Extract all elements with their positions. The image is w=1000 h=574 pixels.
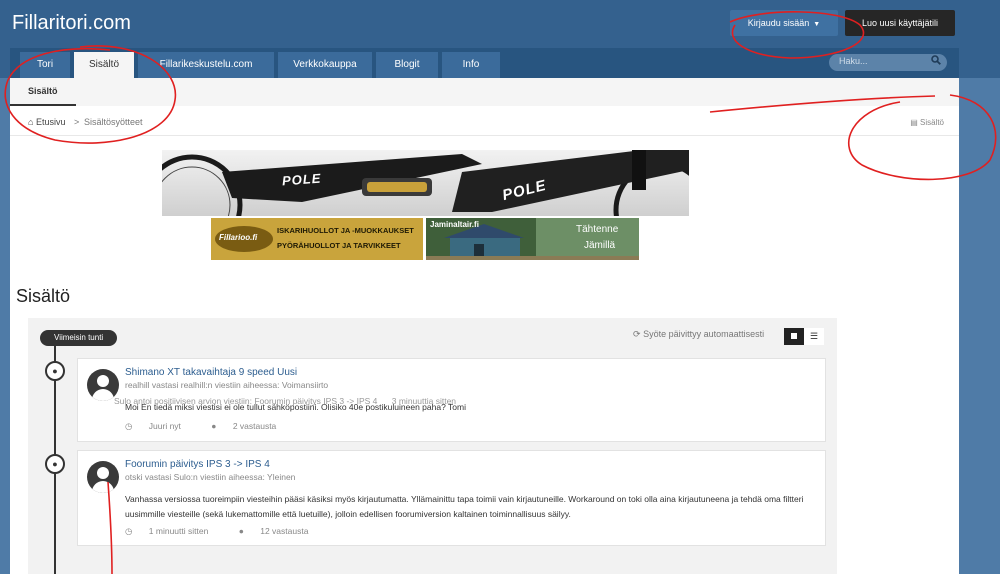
tab-info[interactable]: Info bbox=[442, 52, 500, 78]
tab-sisalto[interactable]: Sisältö bbox=[74, 52, 134, 78]
main-nav: Tori Sisältö Fillarikeskustelu.com Verkk… bbox=[10, 48, 959, 78]
item-subtitle: realhill vastasi realhill:n viestiin aih… bbox=[125, 380, 329, 390]
activity-stream: Viimeisin tunti ⟳ Syöte päivittyy automa… bbox=[28, 318, 837, 574]
fillarioo-line-2: PYÖRÄHUOLLOT JA TARVIKKEET bbox=[277, 241, 401, 250]
auto-update-status: ⟳ Syöte päivittyy automaattisesti bbox=[633, 329, 764, 340]
jaminaltair-site: Jaminaltair.fi bbox=[430, 220, 479, 229]
auto-update-label: Syöte päivittyy automaattisesti bbox=[643, 329, 765, 339]
clock-icon: ◷ bbox=[125, 421, 133, 431]
home-icon: ⌂ bbox=[28, 117, 34, 127]
item-body: Vanhassa versiossa tuoreimpiin viesteihi… bbox=[125, 494, 804, 519]
activity-time: 3 minuuttia sitten bbox=[391, 396, 457, 406]
subnav-item-sisalto[interactable]: Sisältö bbox=[10, 78, 76, 106]
fillarioo-logo-text: Fillarioo.fi bbox=[219, 233, 258, 242]
banner-brand-1: POLE bbox=[281, 170, 322, 189]
stream-item: Foorumin päivitys IPS 3 -> IPS 4 otski v… bbox=[77, 450, 826, 546]
banner-jaminaltair[interactable]: Jaminaltair.fi Tähtenne Jämillä bbox=[426, 218, 639, 260]
view-expanded-button[interactable] bbox=[784, 328, 804, 345]
item-replies-label: 2 vastausta bbox=[232, 421, 277, 431]
item-meta: ◷ Juuri nyt ● 2 vastausta bbox=[125, 421, 304, 432]
bike-illustration bbox=[162, 150, 689, 216]
caret-down-icon: ▼ bbox=[813, 21, 821, 28]
search-icon[interactable] bbox=[931, 55, 941, 68]
breadcrumb: ⌂ Etusivu > Sisältösyötteet ▤ Sisältö bbox=[10, 108, 959, 136]
page-title: Sisältö bbox=[16, 286, 71, 306]
search-input[interactable]: Haku... bbox=[829, 54, 947, 71]
speech-bubble-icon: ● bbox=[238, 526, 244, 536]
item-time: ◷ 1 minuutti sitten bbox=[125, 526, 222, 536]
tab-verkkokauppa[interactable]: Verkkokauppa bbox=[278, 52, 372, 78]
breadcrumb-current: Sisältösyötteet bbox=[84, 117, 143, 127]
jaminaltair-line-2: Jämillä bbox=[584, 240, 616, 251]
breadcrumb-home[interactable]: ⌂ Etusivu bbox=[28, 117, 65, 127]
item-replies: ● 12 vastausta bbox=[239, 526, 323, 536]
banner-fillarioo[interactable]: Fillarioo.fi ISKARIHUOLLOT JA -MUOKKAUKS… bbox=[211, 218, 423, 260]
item-subtitle: otski vastasi Sulo:n viestiin aiheessa: … bbox=[125, 472, 296, 482]
feed-icon: ▤ bbox=[910, 118, 918, 127]
login-label: Kirjaudu sisään bbox=[747, 18, 810, 28]
site-title[interactable]: Fillaritori.com bbox=[12, 12, 131, 35]
register-button[interactable]: Luo uusi käyttäjätili bbox=[845, 10, 955, 36]
item-replies-label: 12 vastausta bbox=[260, 526, 309, 536]
avatar[interactable] bbox=[87, 461, 119, 493]
view-condensed-button[interactable]: ☰ bbox=[804, 328, 824, 345]
item-title[interactable]: Shimano XT takavaihtaja 9 speed Uusi bbox=[125, 367, 297, 378]
tab-tori[interactable]: Tori bbox=[20, 52, 70, 78]
activity-reaction: Sulo antoi positiivisen arvion viestiin:… bbox=[114, 396, 456, 406]
list-icon: ☰ bbox=[809, 331, 819, 341]
tab-blogit[interactable]: Blogit bbox=[376, 52, 438, 78]
banner-pole-bike[interactable]: POLE POLE bbox=[162, 150, 689, 216]
breadcrumb-separator: > bbox=[74, 117, 80, 127]
breadcrumb-home-label: Etusivu bbox=[35, 117, 66, 127]
clock-icon: ◷ bbox=[125, 526, 133, 536]
tab-fillarikeskustelu[interactable]: Fillarikeskustelu.com bbox=[138, 52, 274, 78]
item-time: ◷ Juuri nyt bbox=[125, 421, 195, 431]
item-meta: ◷ 1 minuutti sitten ● 12 vastausta bbox=[125, 526, 336, 537]
jaminaltair-line-1: Tähtenne bbox=[576, 224, 619, 235]
speech-bubble-icon: ● bbox=[211, 421, 217, 431]
content-container: Sisältö ⌂ Etusivu > Sisältösyötteet ▤ Si… bbox=[10, 78, 959, 574]
item-title[interactable]: Foorumin päivitys IPS 3 -> IPS 4 bbox=[125, 459, 270, 470]
item-time-label: Juuri nyt bbox=[148, 421, 181, 431]
item-time-label: 1 minuutti sitten bbox=[148, 526, 209, 536]
fillarioo-line-1: ISKARIHUOLLOT JA -MUOKKAUKSET bbox=[277, 226, 414, 235]
breadcrumb-right-label: Sisältö bbox=[919, 118, 944, 127]
item-replies: ● 2 vastausta bbox=[211, 421, 290, 431]
login-button[interactable]: Kirjaudu sisään ▼ bbox=[730, 10, 838, 36]
page-background: Sisältö ⌂ Etusivu > Sisältösyötteet ▤ Si… bbox=[0, 78, 1000, 574]
refresh-icon: ⟳ bbox=[633, 329, 641, 339]
activity-text[interactable]: Sulo antoi positiivisen arvion viestiin:… bbox=[114, 396, 377, 406]
breadcrumb-right-link[interactable]: ▤ Sisältö bbox=[910, 118, 944, 127]
comment-marker-icon: ● bbox=[45, 361, 65, 381]
subnav: Sisältö bbox=[10, 78, 959, 106]
time-period-badge: Viimeisin tunti bbox=[40, 330, 118, 346]
comment-marker-icon: ● bbox=[45, 454, 65, 474]
search-placeholder: Haku... bbox=[839, 56, 868, 66]
